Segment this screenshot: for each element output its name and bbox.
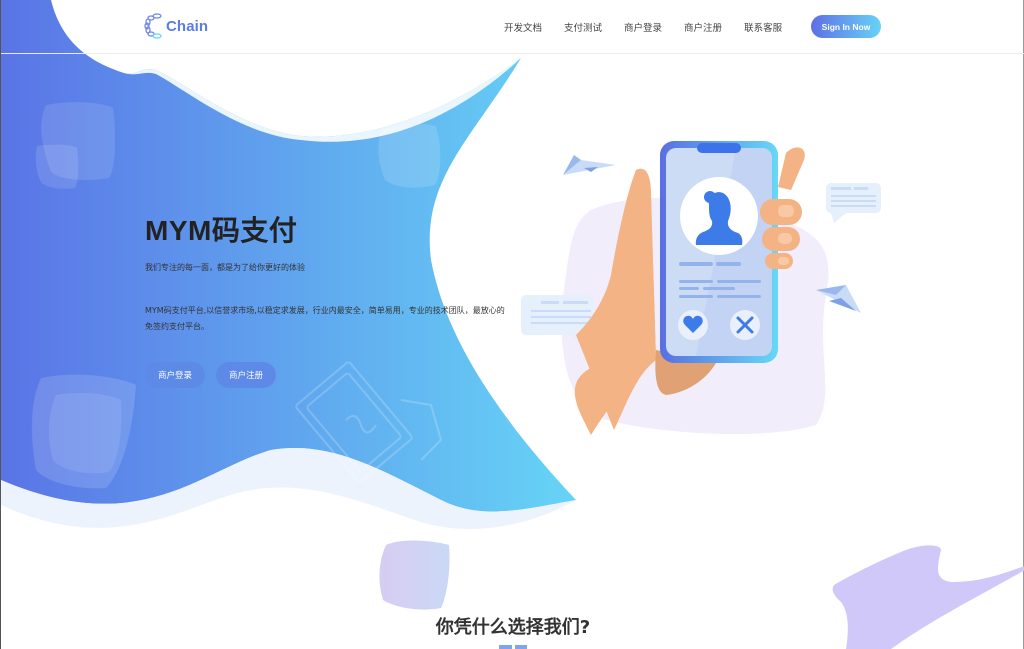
- phone-notch: [697, 143, 741, 153]
- decor-square: [48, 392, 122, 474]
- like-button-heart-icon: [678, 310, 708, 340]
- logo-text: Chain: [166, 17, 209, 35]
- dislike-button-x-icon: [730, 310, 760, 340]
- features-section-title: 你凭什么选择我们?: [435, 617, 591, 638]
- nav-docs[interactable]: 开发文档: [504, 20, 542, 34]
- decor-square: [378, 123, 441, 188]
- main-nav: 开发文档 支付测试 商户登录 商户注册 联系客服: [504, 20, 782, 34]
- nav-payment-test[interactable]: 支付测试: [564, 20, 602, 34]
- decor-square: [35, 144, 79, 189]
- logo[interactable]: Chain: [144, 13, 208, 39]
- hero-subtitle: 我们专注的每一面，都是为了给你更好的体验: [145, 263, 305, 272]
- nav-merchant-login[interactable]: 商户登录: [624, 20, 662, 34]
- decor-square-bottom: [379, 540, 450, 610]
- merchant-register-button[interactable]: 商户注册: [216, 362, 276, 388]
- hand-holding-phone-illustration: [521, 141, 881, 435]
- nav-merchant-register[interactable]: 商户注册: [684, 20, 722, 34]
- hero-title: MYM码支付: [145, 215, 298, 246]
- section-title-underline: [499, 645, 527, 649]
- merchant-login-button[interactable]: 商户登录: [145, 362, 205, 388]
- sign-in-button[interactable]: Sign In Now: [811, 15, 881, 38]
- thumb: [778, 147, 805, 190]
- hero-description: MYM码支付平台,以信誉求市场,以稳定求发展，行业内最安全，简单易用，专业的技术…: [145, 306, 505, 331]
- chat-bubble-right-icon: [826, 183, 881, 223]
- site-header: Chain 开发文档 支付测试 商户登录 商户注册 联系客服 Sign In N…: [1, 0, 1024, 54]
- paper-plane-icon: [563, 155, 616, 175]
- chain-link-icon: [144, 13, 162, 39]
- nav-contact-support[interactable]: 联系客服: [744, 20, 782, 34]
